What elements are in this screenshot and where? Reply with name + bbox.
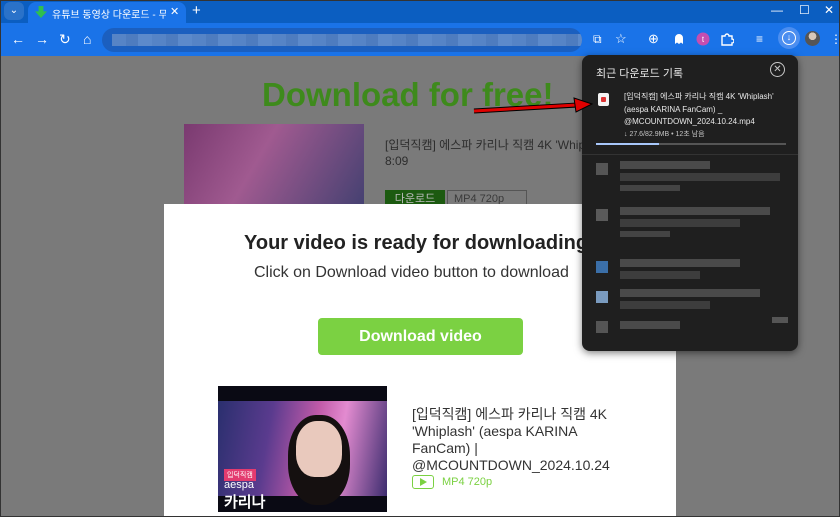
annotation-arrow — [473, 97, 594, 114]
